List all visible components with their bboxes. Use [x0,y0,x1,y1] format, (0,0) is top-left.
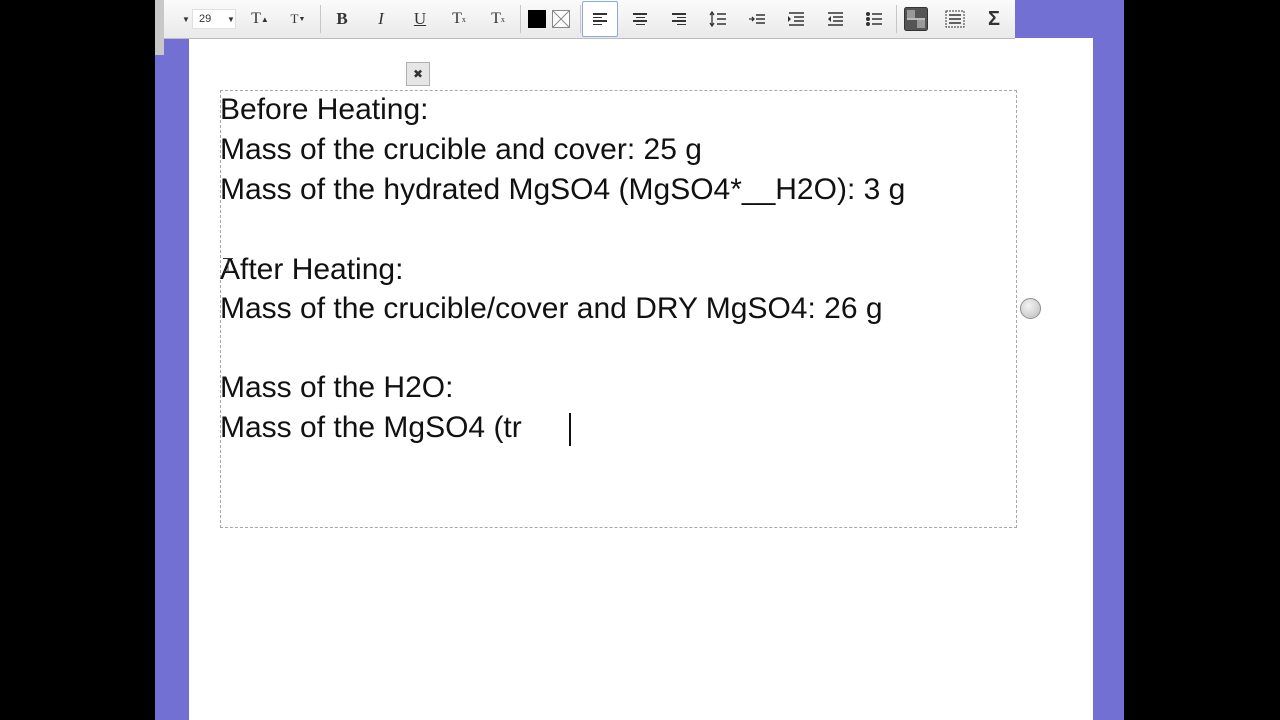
font-size-value: 29 [199,13,212,25]
table-button[interactable] [941,6,969,32]
font-family-dropdown-icon[interactable]: ▼ [182,15,190,24]
text-caret [569,413,571,446]
toolbar-separator [520,5,521,33]
increase-font-icon: T [251,10,261,27]
decrease-font-icon: T [290,11,299,26]
outdent-icon [828,12,843,26]
italic-button[interactable]: I [367,6,395,32]
subscript-button[interactable]: Tx [484,6,512,32]
align-left-button[interactable] [582,1,618,37]
line-spacing-button[interactable] [704,6,732,32]
align-right-button[interactable] [665,6,693,32]
indent-button[interactable] [782,6,810,32]
bullet-list-icon [866,12,882,26]
toolbar-separator [580,5,581,33]
subscript-icon: T [491,10,501,27]
bold-button[interactable]: B [328,6,356,32]
font-size-dropdown-icon[interactable]: ▼ [227,15,235,24]
no-color-icon [552,10,570,28]
text-line: Mass of the H2O: [220,371,454,404]
indent-icon [788,12,804,26]
text-select-cursor-icon: ⌶ [222,255,234,277]
paragraph-spacing-button[interactable] [743,6,771,32]
fraction-button[interactable] [902,6,930,32]
toolbar-separator [320,5,321,33]
sigma-button[interactable]: Σ [980,6,1008,32]
bullet-list-button[interactable] [860,6,888,32]
text-line: After Heating: [220,253,404,286]
text-line: Mass of the crucible and cover: 25 g [220,133,702,166]
superscript-icon: T [452,10,462,27]
highlight-color-button[interactable] [550,6,572,32]
line-spacing-icon [709,11,726,27]
paragraph-spacing-icon [749,14,765,24]
resize-handle[interactable] [1020,298,1041,319]
align-left-icon [593,13,607,25]
align-right-icon [672,13,686,25]
decrease-font-size-button[interactable]: T ▼ [284,6,312,32]
text-line: Mass of the hydrated MgSO4 (MgSO4*__H2O)… [220,173,906,206]
outdent-button[interactable] [821,6,849,32]
align-center-icon [633,13,647,25]
text-line: Mass of the MgSO4 (tr [220,411,522,444]
text-line: Mass of the crucible/cover and DRY MgSO4… [220,292,883,325]
text-block-icon [945,10,965,28]
move-handle-icon[interactable]: ✖ [406,62,430,86]
formatting-toolbar: 29 ▼ ▼ T ▲ T ▼ B I U Tx Tx Σ [164,0,1015,39]
text-line: Before Heating: [220,93,429,126]
align-center-button[interactable] [626,6,654,32]
superscript-button[interactable]: Tx [445,6,473,32]
left-strip [155,0,164,55]
text-color-button[interactable] [526,6,548,32]
toolbar-separator [896,5,897,33]
underline-button[interactable]: U [406,6,434,32]
increase-font-size-button[interactable]: T ▲ [246,6,274,32]
fraction-icon [904,7,928,31]
text-color-swatch [528,10,546,28]
